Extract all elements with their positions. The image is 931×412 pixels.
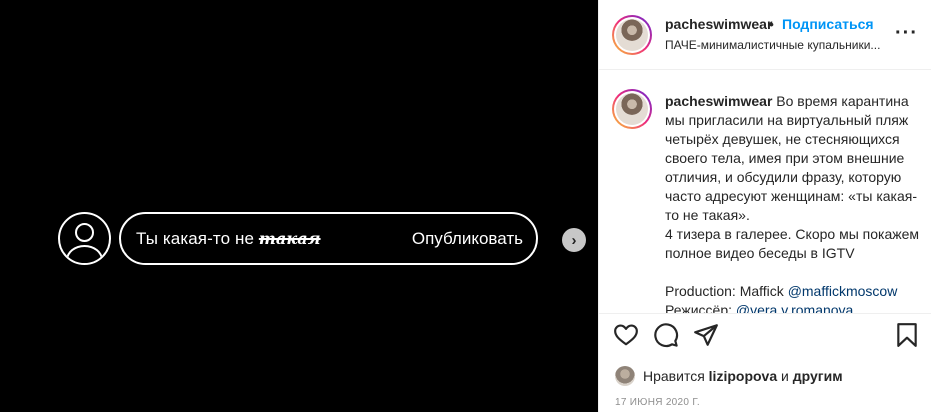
follow-button[interactable]: Подписаться	[782, 16, 874, 32]
production-mention-link[interactable]: @maffickmoscow	[788, 283, 898, 299]
mock-comment-prefix: Ты какая-то не	[136, 229, 254, 248]
caption-line: pacheswimwear Во время карантина	[665, 93, 909, 109]
mock-publish-label: Опубликовать	[411, 229, 523, 248]
heart-icon[interactable]	[613, 322, 639, 348]
caption-production: Production: Maffick @maffickmoscow	[665, 283, 898, 299]
caption-line: часто адресуют женщинам: «ты какая-	[665, 188, 918, 204]
liker-avatar[interactable]	[615, 366, 635, 386]
caption-username[interactable]: pacheswimwear	[665, 93, 772, 109]
mock-comment-text: Ты какая-то не такая	[136, 229, 321, 249]
likes-others-link[interactable]: другим	[793, 368, 843, 384]
author-avatar[interactable]	[612, 15, 652, 55]
mock-comment-bar: Ты какая-то не такая Опубликовать	[119, 212, 538, 265]
header-separator: •	[769, 16, 774, 32]
caption-line: мы пригласили на виртуальный пляж	[665, 112, 909, 128]
caption-director: Режиссёр: @vera.v.romanova	[665, 301, 920, 313]
caption-avatar[interactable]	[612, 89, 652, 129]
comment-icon[interactable]	[653, 322, 679, 348]
user-outline-icon	[58, 212, 111, 265]
likes-middle: и	[781, 368, 789, 384]
post-media[interactable]: Ты какая-то не такая Опубликовать ›	[0, 0, 598, 412]
author-subtitle: ПАЧЕ-минималистичные купальники...	[665, 38, 881, 52]
caption-line: полное видео беседы в IGTV	[665, 245, 855, 261]
bookmark-icon[interactable]	[894, 322, 920, 348]
post-sidebar: pacheswimwear • Подписаться ПАЧЕ-минимал…	[598, 0, 931, 412]
caption-line: 4 тизера в галерее. Скоро мы покажем	[665, 226, 920, 242]
post-header: pacheswimwear • Подписаться ПАЧЕ-минимал…	[599, 0, 931, 70]
caption-line: то не такая».	[665, 207, 750, 223]
share-icon[interactable]	[693, 322, 719, 348]
more-icon[interactable]: ···	[895, 22, 918, 45]
caption-line: четырёх девушек, не стесняющихся	[665, 131, 900, 147]
chevron-right-icon: ›	[571, 231, 577, 249]
next-slide-button[interactable]: ›	[562, 228, 586, 252]
director-mention-link[interactable]: @vera.v.romanova	[736, 302, 853, 313]
author-username[interactable]: pacheswimwear	[665, 16, 772, 32]
post-date[interactable]: 17 июня 2020 г.	[615, 397, 700, 408]
caption-line: отличия, и обсудили фразу, которую	[665, 169, 902, 185]
post-caption: pacheswimwear Во время карантина мы приг…	[665, 92, 920, 313]
likes-prefix: Нравится	[643, 368, 705, 384]
mock-comment-scribble: такая	[258, 229, 321, 248]
liker-username[interactable]: lizipopova	[709, 368, 777, 384]
user-outline-body	[66, 245, 103, 263]
action-bar	[599, 316, 931, 356]
caption-line: своего тела, имея при этом внешние	[665, 150, 905, 166]
user-outline-head	[75, 223, 94, 242]
likes-summary: Нравится lizipopova и другим	[615, 365, 843, 387]
caption-area: pacheswimwear Во время карантина мы приг…	[599, 70, 931, 314]
